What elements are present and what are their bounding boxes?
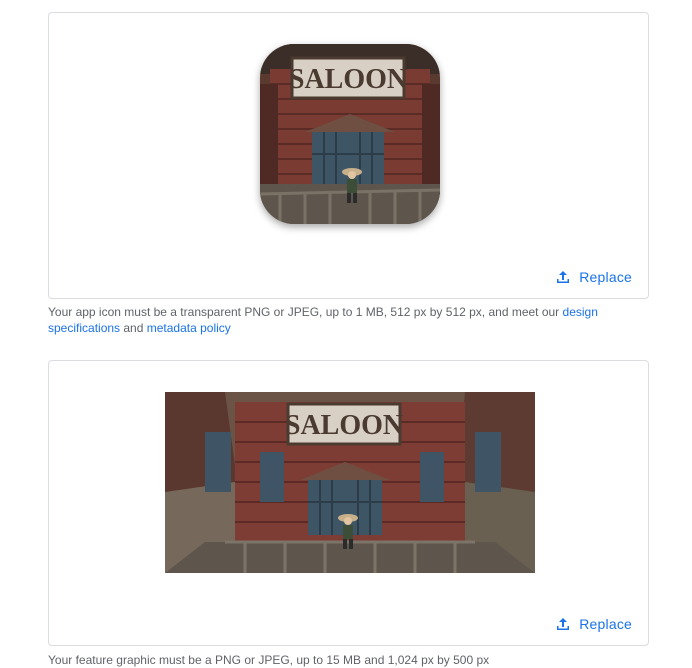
metadata-policy-link[interactable]: metadata policy	[147, 321, 231, 335]
replace-label: Replace	[579, 616, 632, 632]
upload-icon	[557, 618, 570, 630]
upload-icon	[557, 271, 570, 283]
app-icon-helper-text: Your app icon must be a transparent PNG …	[48, 305, 598, 335]
feature-graphic-preview-image: SALOON	[165, 392, 535, 573]
saloon-sign-text: SALOON	[289, 64, 407, 95]
feature-graphic-helper-text: Your feature graphic must be a PNG or JP…	[48, 653, 490, 667]
replace-app-icon-button[interactable]: Replace	[556, 269, 632, 285]
replace-feature-graphic-button[interactable]: Replace	[556, 616, 632, 632]
replace-label: Replace	[579, 269, 632, 285]
feature-graphic-card: SALOON Replace	[48, 360, 649, 646]
app-icon-preview-image: SALOON	[260, 44, 440, 224]
app-icon-card: SALOON Replace	[48, 12, 649, 299]
saloon-sign-text-feature: SALOON	[285, 410, 403, 441]
